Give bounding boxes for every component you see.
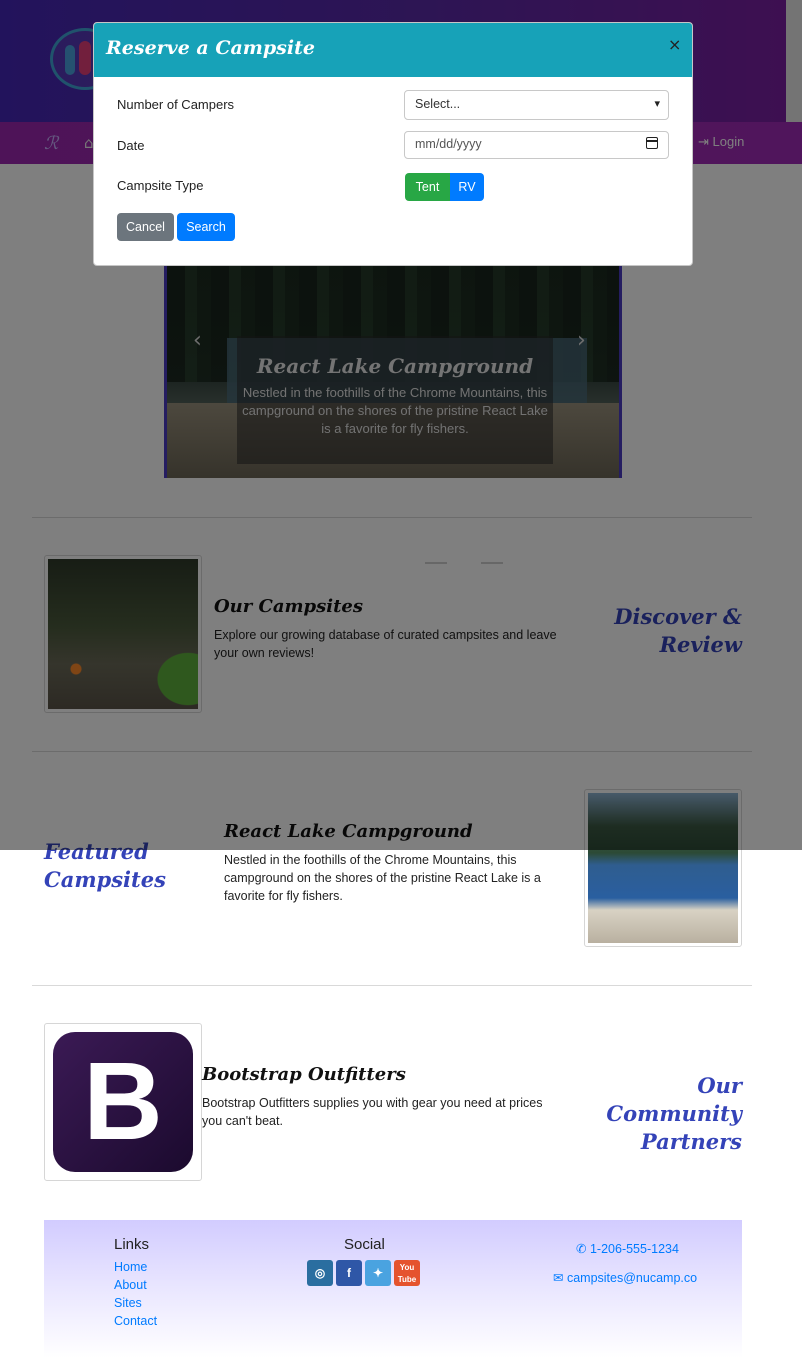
date-input[interactable]: mm/dd/yyyy bbox=[404, 131, 669, 159]
twitter-icon[interactable]: ✦ bbox=[365, 1260, 391, 1286]
email-address: campsites@nucamp.co bbox=[566, 1271, 698, 1285]
partner-text: Bootstrap Outfitters supplies you with g… bbox=[202, 1096, 543, 1128]
facebook-icon[interactable]: f bbox=[336, 1260, 362, 1286]
modal-header: Reserve a Campsite × bbox=[94, 23, 692, 77]
date-placeholder: mm/dd/yyyy bbox=[415, 137, 482, 151]
search-button[interactable]: Search bbox=[177, 213, 235, 241]
campers-label: Number of Campers bbox=[117, 97, 235, 112]
calendar-icon[interactable] bbox=[646, 137, 658, 149]
instagram-icon[interactable]: ◎ bbox=[307, 1260, 333, 1286]
footer-link-about[interactable]: About bbox=[114, 1278, 147, 1292]
partner-thumbnail: B bbox=[44, 1023, 202, 1181]
footer-links-heading: Links bbox=[114, 1236, 150, 1253]
cancel-button[interactable]: Cancel bbox=[117, 213, 174, 241]
date-label: Date bbox=[117, 138, 145, 153]
campsite-type-label: Campsite Type bbox=[117, 178, 204, 193]
bootstrap-logo: B bbox=[53, 1032, 193, 1172]
campers-select[interactable]: Select... ▾ bbox=[404, 90, 669, 120]
rv-button[interactable]: RV bbox=[450, 173, 484, 201]
footer-phone[interactable]: ✆ 1-206-555-1234 bbox=[576, 1241, 679, 1256]
close-icon[interactable]: × bbox=[668, 35, 681, 54]
youtube-icon[interactable]: You Tube bbox=[394, 1260, 420, 1286]
footer-social-heading: Social bbox=[344, 1236, 385, 1253]
side-heading-line: Our Community bbox=[606, 1073, 742, 1126]
tent-button[interactable]: Tent bbox=[405, 173, 450, 201]
reserve-modal: Reserve a Campsite × Number of Campers S… bbox=[93, 22, 693, 266]
divider bbox=[32, 985, 752, 986]
footer-link-sites[interactable]: Sites bbox=[114, 1296, 142, 1310]
footer-email[interactable]: ✉ campsites@nucamp.co bbox=[553, 1270, 697, 1285]
footer-link-contact[interactable]: Contact bbox=[114, 1314, 157, 1328]
chevron-down-icon: ▾ bbox=[654, 98, 660, 110]
featured-text: Nestled in the foothills of the Chrome M… bbox=[224, 853, 541, 903]
partners-side-heading: Our Community Partners bbox=[560, 1072, 742, 1156]
modal-title: Reserve a Campsite bbox=[106, 37, 315, 59]
footer-link-home[interactable]: Home bbox=[114, 1260, 147, 1274]
phone-number: 1-206-555-1234 bbox=[589, 1242, 679, 1256]
partner-title: Bootstrap Outfitters bbox=[202, 1064, 406, 1085]
bootstrap-logo-image: B bbox=[48, 1027, 198, 1177]
phone-icon: ✆ bbox=[576, 1242, 587, 1256]
campers-select-value: Select... bbox=[415, 97, 461, 111]
side-heading-line: Campsites bbox=[44, 867, 166, 892]
envelope-icon: ✉ bbox=[553, 1271, 564, 1285]
side-heading-line: Partners bbox=[640, 1129, 742, 1154]
